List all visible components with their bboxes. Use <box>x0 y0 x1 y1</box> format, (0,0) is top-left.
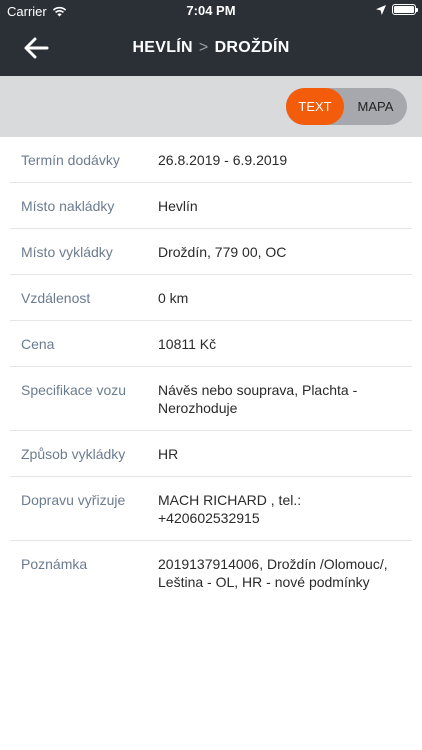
detail-row-contact: Dopravu vyřizuje MACH RICHARD , tel.: +4… <box>10 477 412 541</box>
detail-label: Termín dodávky <box>21 152 120 168</box>
detail-value[interactable]: MACH RICHARD , tel.: +420602532915 <box>158 491 412 527</box>
route-destination: DROŽDÍN <box>214 39 290 56</box>
clock: 7:04 PM <box>186 3 236 18</box>
detail-value: Droždín, 779 00, OC <box>158 244 287 260</box>
view-toggle[interactable]: TEXT MAPA <box>286 88 407 125</box>
detail-row-unloading-method: Způsob vykládky HR <box>10 431 412 477</box>
detail-value: Hevlín <box>158 198 198 214</box>
detail-value: 10811 Kč <box>158 336 217 352</box>
battery-icon <box>392 4 418 15</box>
detail-row-note: Poznámka 2019137914006, Droždín /Olomouc… <box>10 541 412 604</box>
detail-row-unloading-place: Místo vykládky Droždín, 779 00, OC <box>10 229 412 275</box>
detail-label: Vzdálenost <box>21 290 91 306</box>
detail-label: Místo nakládky <box>21 198 115 214</box>
detail-label: Dopravu vyřizuje <box>21 492 126 508</box>
status-bar: Carrier 7:04 PM <box>0 0 422 22</box>
detail-label: Způsob vykládky <box>21 446 126 462</box>
detail-value: Návěs nebo souprava, Plachta - Nerozhodu… <box>158 382 358 416</box>
detail-label: Cena <box>21 336 55 352</box>
map-view-button[interactable]: MAPA <box>344 88 407 125</box>
detail-value: HR <box>158 446 179 462</box>
detail-row-vehicle-spec: Specifikace vozu Návěs nebo souprava, Pl… <box>10 367 412 431</box>
detail-row-loading-place: Místo nakládky Hevlín <box>10 183 412 229</box>
detail-value: 0 km <box>158 290 189 306</box>
detail-list: Termín dodávky 26.8.2019 - 6.9.2019 Míst… <box>10 137 412 604</box>
detail-value: 2019137914006, Droždín /Olomouc/, Leštin… <box>158 556 388 590</box>
detail-value: 26.8.2019 - 6.9.2019 <box>158 152 288 168</box>
location-arrow-icon <box>376 4 386 15</box>
detail-label: Specifikace vozu <box>21 382 127 398</box>
detail-label: Poznámka <box>21 556 88 572</box>
detail-row-price: Cena 10811 Kč <box>10 321 412 367</box>
route-origin: HEVLÍN <box>132 39 193 56</box>
view-toggle-bar: TEXT MAPA <box>0 76 422 137</box>
status-indicators <box>376 4 418 15</box>
route-separator: > <box>198 39 209 56</box>
route-title: HEVLÍN > DROŽDÍN <box>0 39 422 57</box>
text-view-button[interactable]: TEXT <box>286 88 344 125</box>
detail-row-distance: Vzdálenost 0 km <box>10 275 412 321</box>
detail-label: Místo vykládky <box>21 244 113 260</box>
nav-header: Carrier 7:04 PM HEVLÍN > DROŽDÍN <box>0 0 422 76</box>
detail-row-delivery-date: Termín dodávky 26.8.2019 - 6.9.2019 <box>10 137 412 183</box>
